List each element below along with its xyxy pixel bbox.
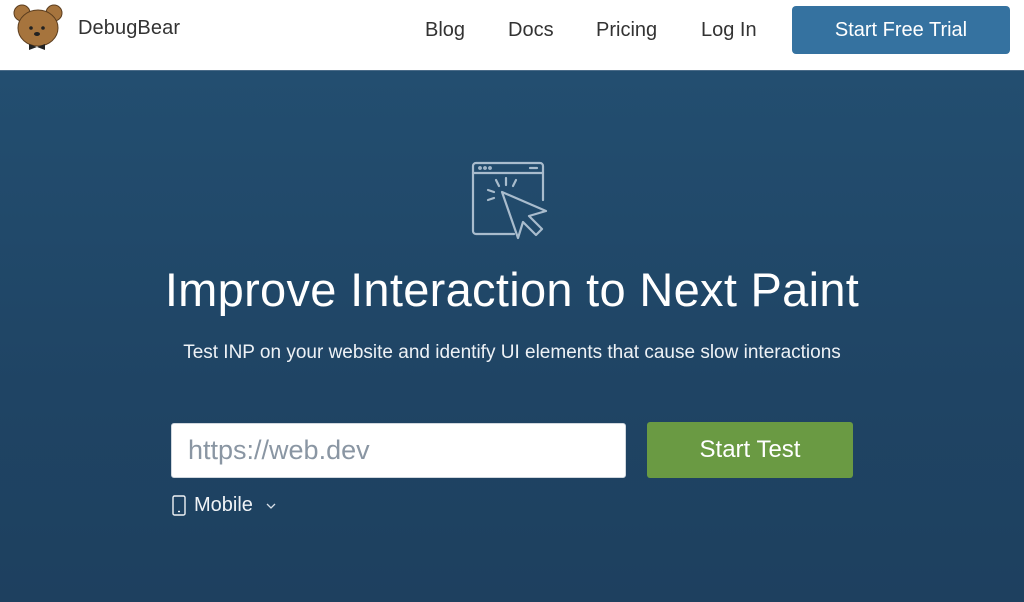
- chevron-down-icon: [266, 503, 276, 509]
- browser-click-icon: [471, 161, 548, 240]
- brand-name[interactable]: DebugBear: [78, 17, 180, 40]
- nav-docs[interactable]: Docs: [508, 19, 554, 42]
- debugbear-logo-icon[interactable]: [12, 3, 64, 53]
- nav-log-in[interactable]: Log In: [701, 19, 757, 42]
- hero-section: [0, 70, 1024, 602]
- page-title: Improve Interaction to Next Paint: [164, 263, 860, 316]
- start-test-button[interactable]: Start Test: [647, 422, 853, 478]
- nav-blog[interactable]: Blog: [425, 19, 465, 42]
- page-subtitle: Test INP on your website and identify UI…: [183, 342, 841, 363]
- device-select-label: Mobile: [194, 494, 253, 516]
- url-input[interactable]: [171, 423, 626, 478]
- device-select[interactable]: Mobile: [172, 494, 277, 517]
- mobile-phone-icon: [172, 495, 186, 516]
- nav-pricing[interactable]: Pricing: [596, 19, 657, 42]
- start-free-trial-button[interactable]: Start Free Trial: [792, 6, 1010, 54]
- site-header: DebugBear Blog Docs Pricing Log In Start…: [0, 0, 1024, 70]
